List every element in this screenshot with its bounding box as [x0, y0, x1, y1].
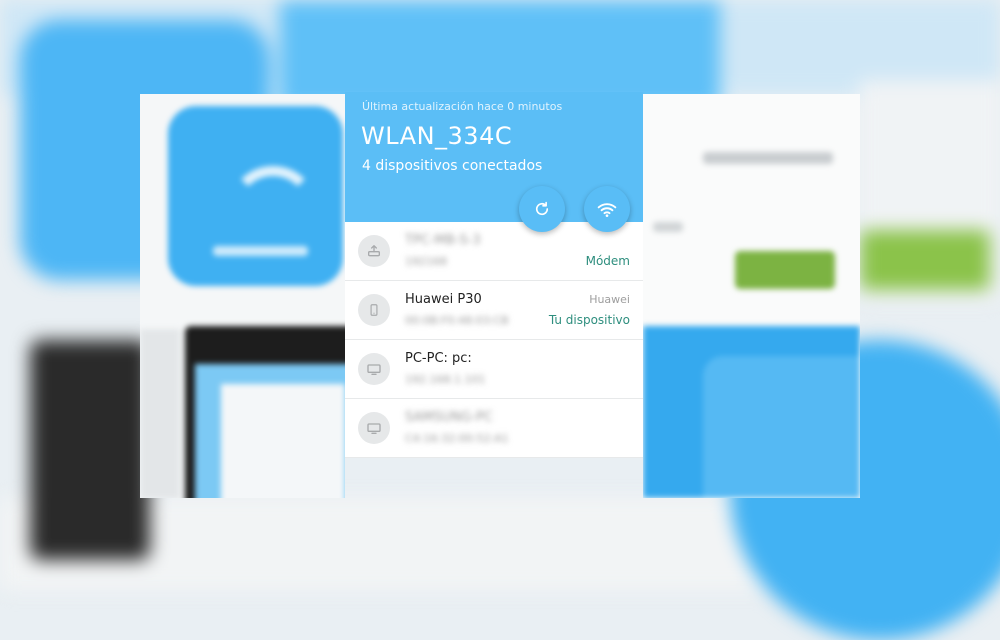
background-green-button: [860, 230, 990, 290]
thumbnail-screen: [195, 364, 345, 498]
device-name: Huawei P30: [405, 292, 482, 307]
network-header: Última actualización hace 0 minutos WLAN…: [345, 92, 643, 232]
right-panel-content: [643, 94, 860, 498]
screenshot-thumbnail: [185, 326, 345, 498]
device-row-pc[interactable]: PC-PC: pc: 192.168.1.101: [345, 340, 643, 399]
computer-icon: [358, 412, 390, 444]
thumbnail-card: [221, 384, 345, 498]
right-store-panel: [643, 94, 860, 498]
install-button: [735, 251, 835, 289]
device-address: 00:0B:F0:48:03:CB: [405, 314, 509, 327]
device-tag: Módem: [585, 254, 630, 268]
device-address: C4:16:32:00:52:A1: [405, 432, 509, 445]
app-window: Última actualización hace 0 minutos WLAN…: [345, 92, 643, 458]
router-icon: [358, 235, 390, 267]
phone-icon: [358, 294, 390, 326]
device-address: 192.168.1.101: [405, 373, 486, 386]
wifi-logo-icon: [228, 166, 318, 221]
app-logo-tile: [168, 106, 343, 286]
device-address: 192168: [405, 255, 447, 268]
network-ssid: WLAN_334C: [361, 122, 513, 150]
device-brand: Huawei: [589, 293, 630, 306]
device-row-modem[interactable]: TPC-MB-S-3 192168 Módem: [345, 222, 643, 281]
device-tag: Tu dispositivo: [548, 313, 630, 327]
device-list: TPC-MB-S-3 192168 Módem Huawei P30 00:0B…: [345, 222, 643, 458]
device-name: SAMSUNG-PC: [405, 410, 493, 425]
device-name: TPC-MB-S-3: [405, 233, 481, 248]
app-logo-label: [213, 246, 308, 256]
refresh-icon: [535, 201, 549, 216]
device-name: PC-PC: pc:: [405, 351, 472, 366]
connected-devices-count: 4 dispositivos conectados: [362, 158, 543, 174]
last-update-text: Última actualización hace 0 minutos: [362, 100, 563, 113]
left-gray-strip: [140, 329, 180, 498]
background-phone: [30, 340, 150, 560]
blurred-info-text: [703, 152, 833, 164]
wifi-icon: [597, 203, 617, 217]
device-row-huawei[interactable]: Huawei P30 00:0B:F0:48:03:CB Huawei Tu d…: [345, 281, 643, 340]
device-row-samsung[interactable]: SAMSUNG-PC C4:16:32:00:52:A1: [345, 399, 643, 458]
left-panel-content: [140, 94, 345, 498]
left-store-panel: [140, 94, 345, 498]
blurred-blue-card: [703, 356, 860, 498]
computer-icon: [358, 353, 390, 385]
blurred-small-text: [653, 222, 683, 232]
